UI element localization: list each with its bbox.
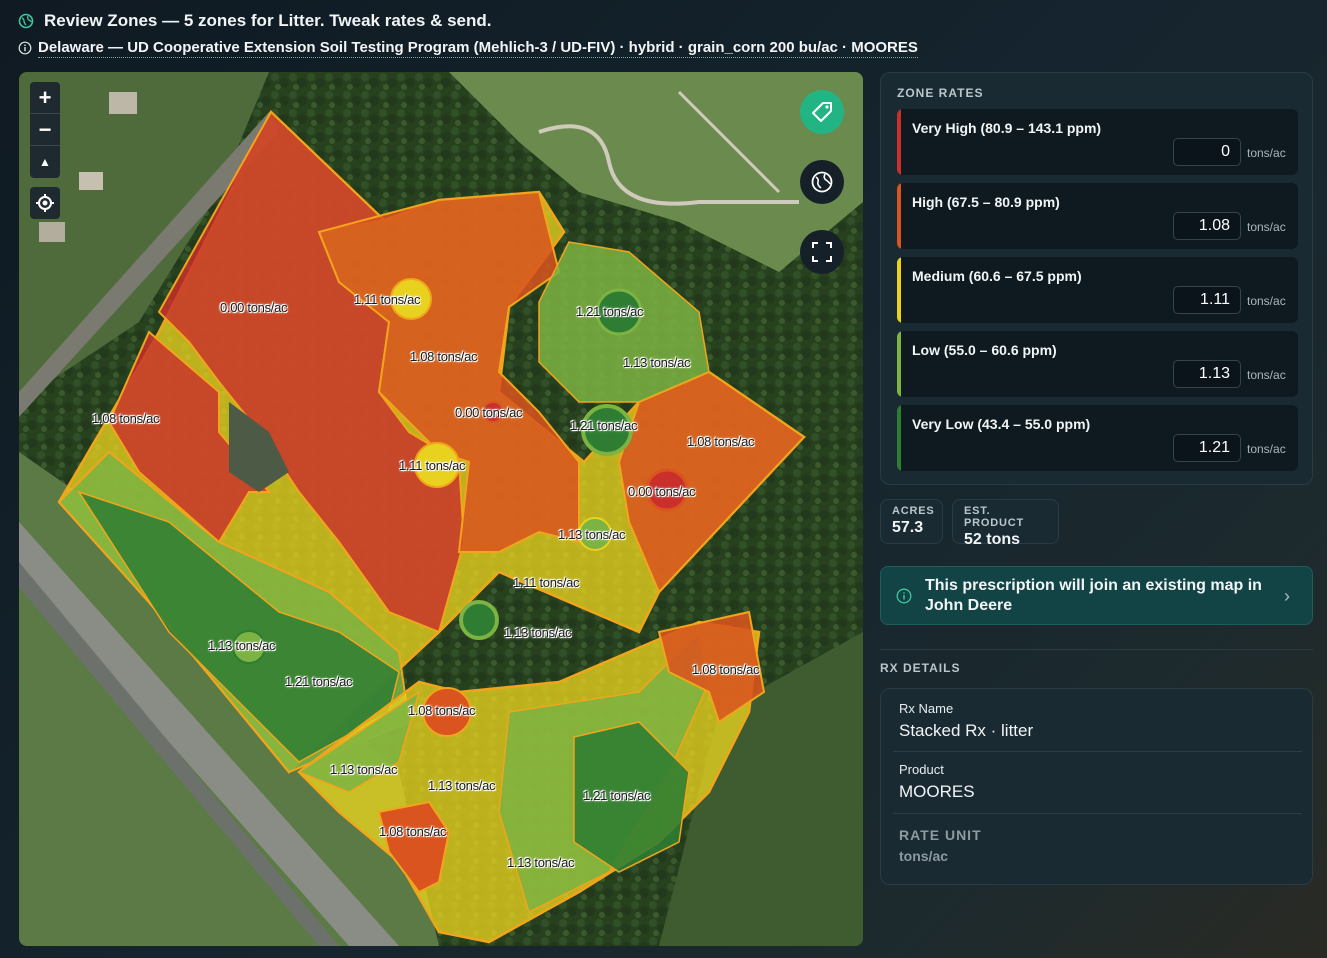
zone-name: Low (55.0 – 60.6 ppm) — [912, 342, 1057, 358]
zone-label: 1.11 tons/ac — [354, 292, 421, 307]
product-field-value: MOORES — [899, 782, 975, 801]
rate-input-very-high[interactable]: 0 — [1173, 138, 1241, 166]
rate-unit: tons/ac — [1247, 294, 1286, 308]
locate-button[interactable] — [30, 187, 60, 219]
product-label: EST. PRODUCT — [964, 505, 1024, 529]
zone-label: 1.21 tons/ac — [583, 788, 651, 803]
zone-color-bar — [897, 405, 901, 471]
zone-label: 1.21 tons/ac — [576, 304, 644, 319]
satellite-map — [19, 72, 863, 946]
info-icon — [896, 588, 912, 604]
rate-unit-value: tons/ac — [899, 848, 949, 864]
zone-label: 1.13 tons/ac — [330, 762, 398, 777]
zone-label: 0.00 tons/ac — [628, 484, 696, 499]
zone-label: 0.00 tons/ac — [455, 405, 523, 420]
zone-color-bar — [897, 109, 901, 175]
rate-unit: tons/ac — [1247, 368, 1286, 382]
product-field[interactable]: Product MOORES — [899, 762, 975, 802]
zone-label: 1.08 tons/ac — [408, 703, 476, 718]
zone-label: 1.11 tons/ac — [513, 575, 580, 590]
tag-icon — [812, 102, 832, 122]
crosshair-icon — [36, 194, 54, 212]
zone-label: 1.21 tons/ac — [570, 418, 638, 433]
zone-name: High (67.5 – 80.9 ppm) — [912, 194, 1060, 210]
compass-icon: ▲ — [39, 155, 51, 169]
zone-very-low: Very Low (43.4 – 55.0 ppm) 1.21 tons/ac — [897, 405, 1298, 471]
zone-very-high: Very High (80.9 – 143.1 ppm) 0 tons/ac — [897, 109, 1298, 175]
rate-input-very-low[interactable]: 1.21 — [1173, 434, 1241, 462]
zone-label: 1.13 tons/ac — [623, 355, 691, 370]
zone-label: 1.08 tons/ac — [692, 662, 760, 677]
zone-label: 1.11 tons/ac — [399, 458, 466, 473]
acres-label: ACRES — [892, 505, 935, 517]
zone-label: 1.13 tons/ac — [558, 527, 626, 542]
rx-details-title: RX DETAILS — [880, 661, 961, 675]
globe-icon — [811, 171, 833, 193]
source-subtitle[interactable]: Delaware — UD Cooperative Extension Soil… — [38, 39, 918, 58]
fullscreen-button[interactable] — [800, 230, 844, 274]
rx-name-label: Rx Name — [899, 701, 954, 716]
zone-label: 1.21 tons/ac — [285, 674, 353, 689]
header: Review Zones — 5 zones for Litter. Tweak… — [18, 10, 1308, 58]
basemap-button[interactable] — [800, 160, 844, 204]
zone-medium: Medium (60.6 – 67.5 ppm) 1.11 tons/ac — [897, 257, 1298, 323]
zone-label: 0.00 tons/ac — [220, 300, 288, 315]
zone-color-bar — [897, 183, 901, 249]
rate-input-low[interactable]: 1.13 — [1173, 360, 1241, 388]
zone-label: 1.08 tons/ac — [379, 824, 447, 839]
zone-rates-panel: ZONE RATES Very High (80.9 – 143.1 ppm) … — [880, 72, 1313, 485]
rate-input-high[interactable]: 1.08 — [1173, 212, 1241, 240]
rx-name-field[interactable]: Rx Name Stacked Rx · litter — [899, 701, 1033, 741]
zone-map[interactable]: + − ▲ 0.00 tons/ac 1.11 tons/ac 1.08 ton… — [19, 72, 863, 946]
rx-details-card: Rx Name Stacked Rx · litter Product MOOR… — [880, 688, 1313, 885]
rate-unit: tons/ac — [1247, 220, 1286, 234]
zone-name: Medium (60.6 – 67.5 ppm) — [912, 268, 1082, 284]
zone-label: 1.13 tons/ac — [504, 625, 572, 640]
acres-value: 57.3 — [892, 519, 924, 536]
field-divider — [893, 813, 1302, 814]
zone-name: Very Low (43.4 – 55.0 ppm) — [912, 416, 1091, 432]
page-title: Review Zones — 5 zones for Litter. Tweak… — [44, 11, 492, 30]
rx-name-value: Stacked Rx · litter — [899, 721, 1034, 740]
zoom-out-button[interactable]: − — [30, 114, 60, 146]
zone-color-bar — [897, 257, 901, 323]
section-divider — [880, 649, 1313, 650]
rate-unit-field: RATE UNIT tons/ac — [899, 827, 982, 864]
rate-unit: tons/ac — [1247, 146, 1286, 160]
acres-stat: ACRES 57.3 — [880, 499, 943, 544]
rate-input-medium[interactable]: 1.11 — [1173, 286, 1241, 314]
zone-label: 1.13 tons/ac — [208, 638, 276, 653]
zone-label: 1.08 tons/ac — [687, 434, 755, 449]
field-divider — [893, 751, 1302, 752]
rate-unit: tons/ac — [1247, 442, 1286, 456]
compass-button[interactable]: ▲ — [30, 146, 60, 178]
label-toggle-button[interactable] — [800, 90, 844, 134]
zone-label: 1.08 tons/ac — [410, 349, 478, 364]
zone-label: 1.13 tons/ac — [428, 778, 496, 793]
zone-label: 1.13 tons/ac — [507, 855, 575, 870]
product-field-label: Product — [899, 762, 944, 777]
info-icon — [18, 41, 32, 55]
zone-name: Very High (80.9 – 143.1 ppm) — [912, 120, 1102, 136]
fullscreen-icon — [812, 242, 832, 262]
zone-rates-title: ZONE RATES — [897, 86, 984, 100]
zone-high: High (67.5 – 80.9 ppm) 1.08 tons/ac — [897, 183, 1298, 249]
notice-text: This prescription will join an existing … — [925, 577, 1262, 614]
zoom-controls: + − ▲ — [30, 82, 60, 178]
product-value: 52 tons — [964, 531, 1021, 548]
zoom-in-button[interactable]: + — [30, 82, 60, 114]
globe-icon — [18, 13, 34, 29]
zone-low: Low (55.0 – 60.6 ppm) 1.13 tons/ac — [897, 331, 1298, 397]
product-stat: EST. PRODUCT 52 tons — [952, 499, 1059, 548]
chevron-right-icon: › — [1284, 586, 1290, 606]
rate-unit-label: RATE UNIT — [899, 827, 982, 843]
existing-map-notice[interactable]: This prescription will join an existing … — [880, 566, 1313, 625]
zone-color-bar — [897, 331, 901, 397]
zone-label: 1.08 tons/ac — [92, 411, 160, 426]
